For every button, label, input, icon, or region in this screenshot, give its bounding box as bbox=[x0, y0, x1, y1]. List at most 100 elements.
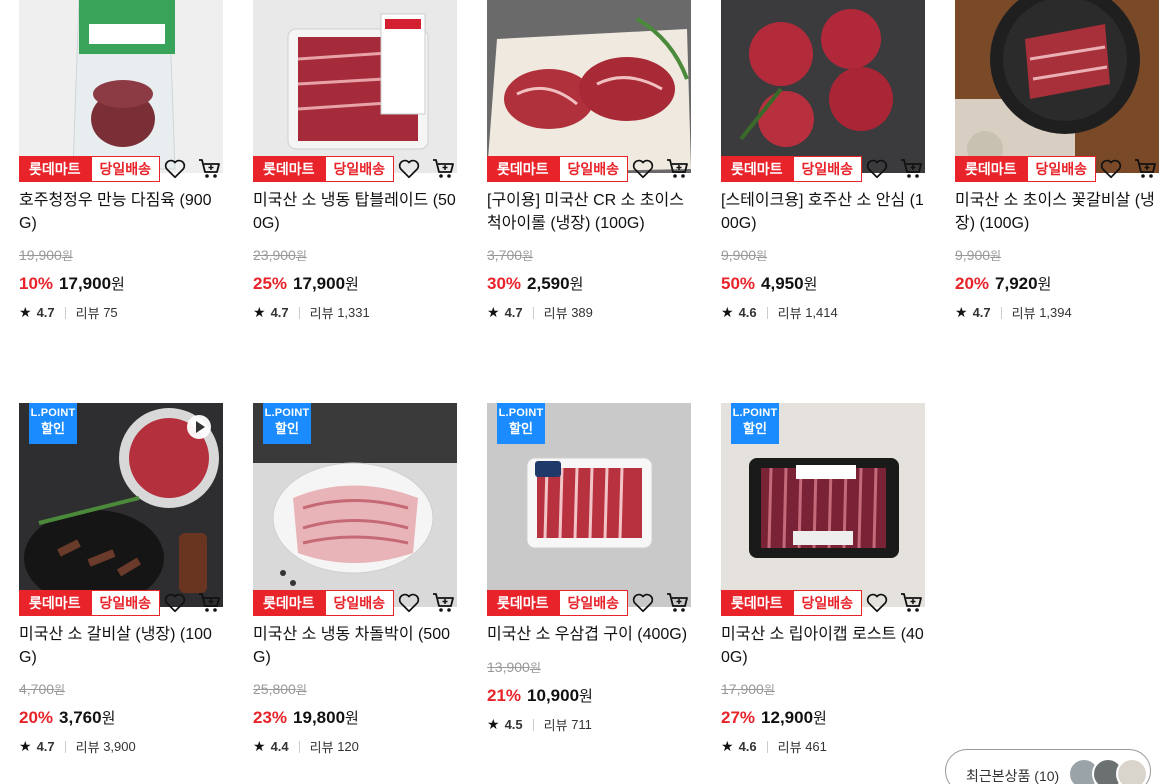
cart-icon[interactable] bbox=[900, 592, 924, 614]
original-price: 23,900원 bbox=[253, 247, 307, 264]
product-name[interactable]: 미국산 소 우삼겹 구이 (400G) bbox=[487, 623, 691, 646]
play-video-icon[interactable] bbox=[187, 415, 211, 439]
product-card[interactable]: 할인 롯데마트 당일배송 호주청정우 만능 다짐육 (900G) 19,900원… bbox=[19, 0, 223, 359]
discount-badge: L.POINT 할인 bbox=[29, 403, 77, 444]
divider bbox=[64, 740, 66, 753]
review-count: 461 bbox=[805, 739, 827, 754]
same-day-delivery-tag: 당일배송 bbox=[558, 156, 629, 182]
sale-price: 23% 19,800원 bbox=[253, 707, 359, 728]
cart-icon[interactable] bbox=[432, 592, 456, 614]
product-name[interactable]: 미국산 소 냉동 탑블레이드 (500G) bbox=[253, 189, 457, 235]
heart-icon[interactable] bbox=[398, 592, 420, 614]
lotte-mart-tag: 롯데마트 bbox=[487, 590, 559, 616]
product-card[interactable]: L.POINT 할인 롯데마트 당일배송 미국산 소 립아이캡 로스트 (400… bbox=[721, 403, 925, 784]
heart-icon[interactable] bbox=[632, 158, 654, 180]
lotte-mart-tag: 롯데마트 bbox=[253, 156, 325, 182]
cart-icon[interactable] bbox=[1134, 158, 1158, 180]
delivery-tags: 롯데마트 당일배송 bbox=[253, 590, 395, 616]
product-photo-package-mince bbox=[19, 0, 223, 173]
divider bbox=[298, 740, 300, 753]
discount-rate: 25% bbox=[253, 274, 288, 293]
heart-icon[interactable] bbox=[632, 592, 654, 614]
sale-price-value: 12,900 bbox=[761, 708, 814, 727]
sale-price-value: 3,760 bbox=[59, 708, 102, 727]
sale-price: 25% 17,900원 bbox=[253, 273, 359, 294]
heart-icon[interactable] bbox=[866, 158, 888, 180]
heart-icon[interactable] bbox=[164, 158, 186, 180]
rating-reviews: ★ 4.7 리뷰 75 bbox=[19, 303, 118, 322]
discount-badge-label: 할인 bbox=[509, 421, 533, 436]
heart-icon[interactable] bbox=[164, 592, 186, 614]
product-name[interactable]: 호주청정우 만능 다짐육 (900G) bbox=[19, 189, 223, 235]
product-card[interactable]: 할인 롯데마트 당일배송 미국산 소 냉동 탑블레이드 (500G) 23,90… bbox=[253, 0, 457, 359]
product-name[interactable]: [스테이크용] 호주산 소 안심 (100G) bbox=[721, 189, 925, 235]
delivery-tags: 롯데마트 당일배송 bbox=[487, 590, 629, 616]
same-day-delivery-tag: 당일배송 bbox=[90, 590, 161, 616]
heart-icon[interactable] bbox=[1100, 158, 1122, 180]
same-day-delivery-tag: 당일배송 bbox=[324, 590, 395, 616]
same-day-delivery-tag: 당일배송 bbox=[558, 590, 629, 616]
original-price-value: 19,900 bbox=[19, 247, 62, 263]
lpoint-label: L.POINT bbox=[498, 407, 544, 419]
product-name[interactable]: 미국산 소 초이스 꽃갈비살 (냉장) (100G) bbox=[955, 189, 1159, 235]
sale-price-value: 2,590 bbox=[527, 274, 570, 293]
product-image[interactable]: 할인 bbox=[253, 0, 457, 173]
product-card[interactable]: L.POINT 할인 롯데마트 당일배송 미국산 소 우삼겹 구이 (400G)… bbox=[487, 403, 691, 784]
product-image[interactable]: L.POINT 할인 bbox=[253, 403, 457, 607]
product-actions bbox=[398, 158, 458, 180]
cart-icon[interactable] bbox=[198, 158, 222, 180]
product-card[interactable]: 할인 롯데마트 당일배송 [스테이크용] 호주산 소 안심 (100G) 9,9… bbox=[721, 0, 925, 359]
divider bbox=[64, 306, 66, 319]
sale-price: 20% 7,920원 bbox=[955, 273, 1051, 294]
cart-icon[interactable] bbox=[666, 592, 690, 614]
cart-icon[interactable] bbox=[432, 158, 456, 180]
product-name[interactable]: 미국산 소 갈비살 (냉장) (100G) bbox=[19, 623, 223, 669]
divider bbox=[1000, 306, 1002, 319]
original-price-value: 9,900 bbox=[955, 247, 991, 263]
recent-products-button[interactable]: 최근본상품 (10) bbox=[945, 749, 1151, 784]
star-icon: ★ bbox=[253, 304, 266, 320]
product-image[interactable]: 할인 bbox=[19, 0, 223, 173]
product-name[interactable]: 미국산 소 립아이캡 로스트 (400G) bbox=[721, 623, 925, 669]
product-card[interactable]: 할인 롯데마트 당일배송 미국산 소 초이스 꽃갈비살 (냉장) (100G) … bbox=[955, 0, 1159, 359]
rating-reviews: ★ 4.7 리뷰 3,900 bbox=[19, 737, 136, 756]
review-count: 389 bbox=[571, 305, 593, 320]
lotte-mart-tag: 롯데마트 bbox=[19, 590, 91, 616]
discount-rate: 20% bbox=[955, 274, 990, 293]
product-image[interactable]: 할인 bbox=[955, 0, 1159, 173]
product-name[interactable]: 미국산 소 냉동 차돌박이 (500G) bbox=[253, 623, 457, 669]
lotte-mart-tag: 롯데마트 bbox=[721, 590, 793, 616]
sale-price: 20% 3,760원 bbox=[19, 707, 115, 728]
review-label: 리뷰 bbox=[777, 306, 802, 321]
product-actions bbox=[866, 158, 926, 180]
currency-unit: 원 bbox=[990, 249, 1002, 263]
review-label: 리뷰 bbox=[543, 306, 568, 321]
product-card[interactable]: L.POINT 할인 롯데마트 당일배송 미국산 소 냉동 차돌박이 (500G… bbox=[253, 403, 457, 784]
product-grid: 할인 롯데마트 당일배송 호주청정우 만능 다짐육 (900G) 19,900 원… bbox=[0, 0, 1167, 784]
currency-unit: 원 bbox=[295, 683, 307, 697]
product-image[interactable]: L.POINT 할인 bbox=[19, 403, 223, 607]
discount-rate: 20% bbox=[19, 708, 54, 727]
product-card[interactable]: 할인 롯데마트 당일배송 [구이용] 미국산 CR 소 초이스 척아이롤 (냉장… bbox=[487, 0, 691, 359]
product-photo-tenderloin-slate bbox=[721, 0, 925, 173]
original-price: 9,900원 bbox=[721, 247, 767, 264]
cart-icon[interactable] bbox=[666, 158, 690, 180]
rating-reviews: ★ 4.6 리뷰 1,414 bbox=[721, 303, 838, 322]
product-image[interactable]: L.POINT 할인 bbox=[721, 403, 925, 607]
product-image[interactable]: 할인 bbox=[721, 0, 925, 173]
review-count: 711 bbox=[571, 717, 592, 732]
cart-icon[interactable] bbox=[900, 158, 924, 180]
review-count: 1,414 bbox=[805, 305, 838, 320]
product-name[interactable]: [구이용] 미국산 CR 소 초이스 척아이롤 (냉장) (100G) bbox=[487, 189, 691, 235]
currency-unit: 원 bbox=[345, 276, 359, 293]
currency-unit: 원 bbox=[345, 710, 359, 727]
cart-icon[interactable] bbox=[198, 592, 222, 614]
heart-icon[interactable] bbox=[398, 158, 420, 180]
heart-icon[interactable] bbox=[866, 592, 888, 614]
product-image[interactable]: 할인 bbox=[487, 0, 691, 173]
product-card[interactable]: L.POINT 할인 롯데마트 당일배송 미국산 소 갈비살 (냉장) (100… bbox=[19, 403, 223, 784]
original-price-value: 4,700 bbox=[19, 681, 55, 697]
sale-price: 21% 10,900원 bbox=[487, 685, 593, 706]
product-image[interactable]: L.POINT 할인 bbox=[487, 403, 691, 607]
delivery-tags: 롯데마트 당일배송 bbox=[721, 590, 863, 616]
